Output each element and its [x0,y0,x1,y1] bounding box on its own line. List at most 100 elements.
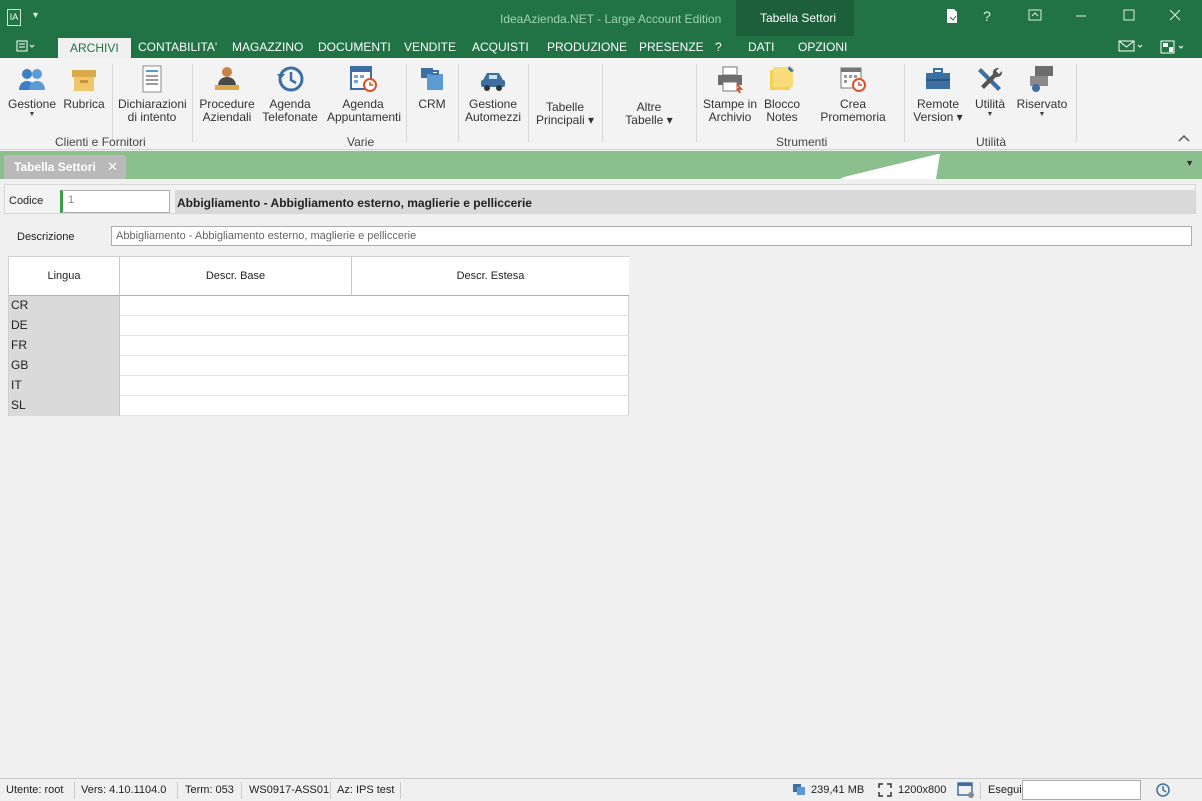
stampe-label-1: Stampe in [702,97,758,111]
chevron-down-icon: ▼ [28,111,36,118]
restore-ribbon-icon[interactable] [1020,8,1050,24]
column-header-descr-base[interactable]: Descr. Base [120,257,352,296]
table-row[interactable]: IT [9,376,629,396]
riservato-button[interactable]: Riservato ▼ [1016,64,1068,119]
doc-tab-label: Tabella Settori [14,160,96,174]
automezzi-label-1: Gestione [468,97,518,111]
status-azienda: Az: IPS test [337,784,395,796]
agenda-telefonate-label-2: Telefonate [262,110,318,124]
table-row[interactable]: CR [9,296,629,316]
file-menu-icon[interactable] [16,40,36,55]
ribbon-separator [192,64,193,142]
rubrica-button[interactable]: Rubrica [62,64,106,111]
window-icon[interactable] [957,782,975,801]
document-icon[interactable] [937,8,967,27]
esegui-input[interactable] [1022,780,1141,800]
codice-bar: Codice 1 Abbigliamento - Abbigliamento e… [4,184,1196,214]
lingua-cell: CR [9,296,120,316]
minimize-button[interactable] [1066,8,1096,24]
table-row[interactable]: FR [9,336,629,356]
ribbon-separator [904,64,905,142]
dichiarazioni-button[interactable]: Dichiarazioni di intento [118,64,187,124]
codice-description: Abbigliamento - Abbigliamento esterno, m… [175,190,1195,213]
tab-presenze[interactable]: PRESENZE [639,40,704,54]
status-memoria: 239,41 MB [811,784,865,796]
altre-label-2: Tabelle ▾ [625,113,673,127]
refresh-clock-icon[interactable] [1155,782,1171,801]
altre-tabelle-button[interactable]: Altre Tabelle ▾ [620,101,678,127]
tabelle-principali-button[interactable]: Tabelle Principali ▾ [534,101,596,127]
layout-icon[interactable] [1160,40,1186,57]
codice-input[interactable]: 1 [60,190,170,213]
dichiarazioni-label-1: Dichiarazioni [118,97,187,111]
procedure-label-2: Aziendali [202,110,252,124]
history-clock-icon [275,64,305,94]
table-row[interactable]: GB [9,356,629,376]
tab-contabilita[interactable]: CONTABILITA' [138,40,217,54]
ribbon-tab-bar: ARCHIVI CONTABILITA' MAGAZZINO DOCUMENTI… [0,36,1202,58]
status-separator [241,782,242,799]
stampe-archivio-button[interactable]: Stampe in Archivio [702,64,758,124]
maximize-button[interactable] [1114,8,1144,24]
tabs-dropdown-icon[interactable]: ▼ [1185,158,1194,168]
tab-dati[interactable]: DATI [748,40,774,54]
people-icon [17,64,47,94]
tab-archivi[interactable]: ARCHIVI [58,38,131,58]
utilita-button[interactable]: Utilità ▼ [970,64,1010,119]
agenda-telefonate-button[interactable]: Agenda Telefonate [261,64,319,124]
remote-label-1: Remote [916,97,960,111]
descrizione-label: Descrizione [17,231,75,243]
remote-version-button[interactable]: Remote Version ▾ [910,64,966,124]
tab-acquisti[interactable]: ACQUISTI [472,40,529,54]
agenda-appuntamenti-label-1: Agenda [342,97,384,111]
tab-opzioni[interactable]: OPZIONI [798,40,847,54]
automezzi-label-2: Automezzi [464,110,522,124]
crm-label: CRM [418,97,446,111]
status-separator [177,782,178,799]
collapse-ribbon-icon[interactable] [1178,134,1190,145]
printer-icon [715,64,745,94]
tab-vendite[interactable]: VENDITE [404,40,456,54]
crea-promemoria-button[interactable]: Crea Promemoria [808,64,898,124]
gestione-button[interactable]: Gestione ▼ [8,64,56,119]
status-separator [400,782,401,799]
group-label-strumenti: Strumenti [776,135,828,149]
close-tab-icon[interactable]: ✕ [107,159,118,175]
crm-button[interactable]: CRM [414,64,450,111]
app-icon[interactable]: IA [7,9,21,26]
gestione-automezzi-button[interactable]: Gestione Automezzi [464,64,522,124]
tools-icon [975,64,1005,94]
column-header-descr-estesa[interactable]: Descr. Estesa [352,257,629,296]
descrizione-input[interactable]: Abbigliamento - Abbigliamento esterno, m… [111,226,1192,246]
doc-tab-tabella-settori[interactable]: Tabella Settori ✕ [4,155,126,179]
utilita-label: Utilità [974,97,1005,111]
table-row[interactable]: DE [9,316,629,336]
riservato-label: Riservato [1016,97,1068,111]
ribbon-separator [528,64,529,142]
procedure-button[interactable]: Procedure Aziendali [199,64,255,124]
fullscreen-icon[interactable] [878,783,892,800]
network-gear-icon [1027,64,1057,94]
status-utente: Utente: root [6,784,64,796]
form-area: Codice 1 Abbigliamento - Abbigliamento e… [0,179,1202,777]
table-row[interactable]: SL [9,396,629,416]
window-title: IdeaAzienda.NET - Large Account Edition [500,12,722,26]
agenda-appuntamenti-button[interactable]: Agenda Appuntamenti [327,64,401,124]
mail-icon[interactable] [1118,40,1144,55]
quick-access-dropdown-icon[interactable]: ▾ [33,10,38,21]
blocco-notes-button[interactable]: Blocco Notes [762,64,802,124]
lingua-cell: SL [9,396,120,416]
status-separator [980,782,981,799]
document-tab-bar: Tabella Settori ✕ ▼ [0,151,1202,179]
tab-produzione[interactable]: PRODUZIONE [547,40,627,54]
tab-help[interactable]: ? [715,40,722,54]
help-button[interactable]: ? [972,8,1002,24]
column-header-lingua[interactable]: Lingua [9,257,120,296]
document-list-icon [137,64,167,94]
tab-magazzino[interactable]: MAGAZZINO [232,40,303,54]
ribbon-separator [696,64,697,142]
tab-documenti[interactable]: DOCUMENTI [318,40,391,54]
close-button[interactable] [1160,8,1190,24]
altre-label-1: Altre [636,100,662,114]
lingua-cell: DE [9,316,120,336]
